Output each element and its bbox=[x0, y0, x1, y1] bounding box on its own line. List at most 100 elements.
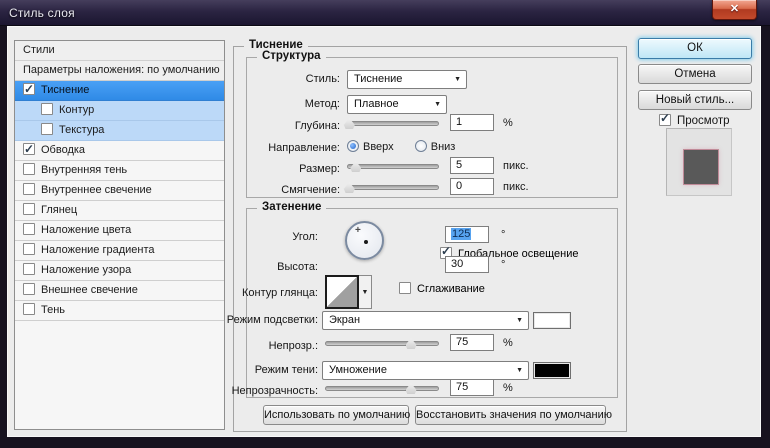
shadow-mode-dropdown[interactable]: Умножение ▼ bbox=[322, 361, 529, 380]
direction-up-label: Вверх bbox=[363, 141, 394, 153]
soften-slider[interactable] bbox=[343, 181, 439, 195]
cancel-button[interactable]: Отмена bbox=[638, 64, 752, 84]
sidebar-item-bevel-emboss[interactable]: ✓ Тиснение bbox=[15, 81, 224, 101]
direction-label: Направление: bbox=[268, 142, 340, 154]
sidebar-item-gradient-overlay[interactable]: Наложение градиента bbox=[15, 241, 224, 261]
slider-thumb[interactable] bbox=[405, 383, 417, 394]
sidebar-item-drop-shadow[interactable]: Тень bbox=[15, 301, 224, 321]
gloss-contour-arrow[interactable]: ▼ bbox=[359, 275, 372, 309]
titlebar: Стиль слоя ✕ bbox=[0, 0, 770, 26]
close-button[interactable]: ✕ bbox=[712, 0, 757, 20]
sidebar-item-satin[interactable]: Глянец bbox=[15, 201, 224, 221]
sidebar-header-styles[interactable]: Стили bbox=[15, 41, 224, 61]
shadow-opacity-unit: % bbox=[503, 382, 513, 394]
anti-alias-checkbox[interactable] bbox=[399, 282, 411, 294]
sidebar-item-blending-options[interactable]: Параметры наложения: по умолчанию bbox=[15, 61, 224, 81]
checkbox-unchecked[interactable] bbox=[23, 303, 35, 315]
shadow-color-swatch[interactable] bbox=[533, 362, 571, 379]
direction-radios: Вверх Вниз bbox=[347, 140, 455, 153]
sidebar-item-pattern-overlay[interactable]: Наложение узора bbox=[15, 261, 224, 281]
technique-dropdown[interactable]: Плавное ▼ bbox=[347, 95, 447, 114]
sidebar-item-color-overlay[interactable]: Наложение цвета bbox=[15, 221, 224, 241]
reset-default-button[interactable]: Восстановить значения по умолчанию bbox=[415, 405, 612, 425]
sidebar-item-texture[interactable]: Текстура bbox=[15, 121, 224, 141]
altitude-label: Высота: bbox=[277, 261, 318, 273]
altitude-unit: ° bbox=[501, 259, 506, 271]
anti-alias-row: Сглаживание bbox=[399, 282, 485, 295]
sidebar-item-contour[interactable]: Контур bbox=[15, 101, 224, 121]
slider-track[interactable] bbox=[325, 386, 439, 391]
size-unit: пикс. bbox=[503, 160, 529, 172]
method-label: Метод: bbox=[304, 98, 340, 110]
chevron-down-icon: ▼ bbox=[361, 289, 369, 296]
structure-group: Структура Стиль: Тиснение ▼ Метод: Плавн… bbox=[246, 50, 618, 198]
checkbox-checked[interactable]: ✓ bbox=[23, 142, 35, 156]
checkbox-unchecked[interactable] bbox=[23, 263, 35, 275]
radio-direction-up[interactable] bbox=[347, 140, 359, 152]
depth-input[interactable]: 1 bbox=[450, 114, 494, 131]
checkbox-unchecked[interactable] bbox=[23, 243, 35, 255]
radio-direction-down[interactable] bbox=[414, 140, 427, 152]
preview-checkbox[interactable]: ✓ bbox=[659, 111, 671, 126]
preview-row: ✓ Просмотр bbox=[659, 111, 730, 127]
highlight-opacity-input[interactable]: 75 bbox=[450, 334, 494, 351]
checkbox-unchecked[interactable] bbox=[23, 163, 35, 175]
new-style-button[interactable]: Новый стиль... bbox=[638, 90, 752, 110]
chevron-down-icon: ▼ bbox=[434, 101, 441, 108]
angle-input[interactable]: 125 bbox=[445, 226, 489, 243]
altitude-input[interactable]: 30 bbox=[445, 256, 489, 273]
size-label: Размер: bbox=[299, 163, 340, 175]
checkbox-unchecked[interactable] bbox=[23, 223, 35, 235]
angle-dial[interactable]: + bbox=[345, 221, 384, 260]
checkbox-unchecked[interactable] bbox=[41, 103, 53, 115]
shading-group: Затенение Угол: + 125 ° ✓ Глобальное осве… bbox=[227, 201, 618, 398]
ok-button[interactable]: ОК bbox=[638, 38, 752, 59]
sidebar-item-inner-shadow[interactable]: Внутренняя тень bbox=[15, 161, 224, 181]
chevron-down-icon: ▼ bbox=[516, 317, 523, 324]
depth-slider[interactable] bbox=[343, 117, 439, 131]
slider-thumb[interactable] bbox=[343, 118, 355, 129]
size-input[interactable]: 5 bbox=[450, 157, 494, 174]
checkbox-unchecked[interactable] bbox=[23, 203, 35, 215]
make-default-button[interactable]: Использовать по умолчанию bbox=[263, 405, 410, 425]
gloss-contour-label: Контур глянца: bbox=[241, 287, 318, 299]
window-title: Стиль слоя bbox=[9, 6, 75, 20]
depth-unit: % bbox=[503, 117, 513, 129]
dial-center-dot bbox=[364, 240, 368, 244]
slider-thumb[interactable] bbox=[405, 338, 417, 349]
checkbox-unchecked[interactable] bbox=[41, 123, 53, 135]
gloss-contour-picker[interactable] bbox=[325, 275, 359, 309]
style-dropdown[interactable]: Тиснение ▼ bbox=[347, 70, 467, 89]
highlight-color-swatch[interactable] bbox=[533, 312, 571, 329]
crosshair-icon: + bbox=[355, 225, 361, 236]
checkbox-checked[interactable]: ✓ bbox=[23, 82, 35, 96]
slider-thumb[interactable] bbox=[343, 182, 355, 193]
checkbox-unchecked[interactable] bbox=[23, 183, 35, 195]
soften-input[interactable]: 0 bbox=[450, 178, 494, 195]
sidebar-item-stroke[interactable]: ✓ Обводка bbox=[15, 141, 224, 161]
styles-list: Стили Параметры наложения: по умолчанию … bbox=[14, 40, 225, 430]
style-preview bbox=[666, 128, 732, 196]
check-icon: ✓ bbox=[24, 142, 35, 156]
chevron-down-icon: ▼ bbox=[454, 76, 461, 83]
slider-track[interactable] bbox=[347, 185, 439, 190]
angle-label: Угол: bbox=[292, 231, 318, 243]
style-preview-swatch bbox=[684, 150, 718, 184]
slider-thumb[interactable] bbox=[350, 161, 362, 172]
slider-track[interactable] bbox=[347, 121, 439, 126]
shadow-opacity-input[interactable]: 75 bbox=[450, 379, 494, 396]
shading-title: Затенение bbox=[257, 201, 327, 213]
highlight-opacity-unit: % bbox=[503, 337, 513, 349]
slider-track[interactable] bbox=[325, 341, 439, 346]
highlight-mode-dropdown[interactable]: Экран ▼ bbox=[322, 311, 529, 330]
check-icon: ✓ bbox=[660, 111, 671, 125]
angle-unit: ° bbox=[501, 229, 506, 241]
size-slider[interactable] bbox=[347, 160, 439, 174]
highlight-opacity-slider[interactable] bbox=[325, 337, 439, 351]
checkbox-unchecked[interactable] bbox=[23, 283, 35, 295]
sidebar-item-outer-glow[interactable]: Внешнее свечение bbox=[15, 281, 224, 301]
sidebar-item-inner-glow[interactable]: Внутреннее свечение bbox=[15, 181, 224, 201]
shadow-opacity-slider[interactable] bbox=[325, 382, 439, 396]
highlight-mode-label: Режим подсветки: bbox=[226, 314, 318, 326]
check-icon: ✓ bbox=[24, 82, 35, 96]
